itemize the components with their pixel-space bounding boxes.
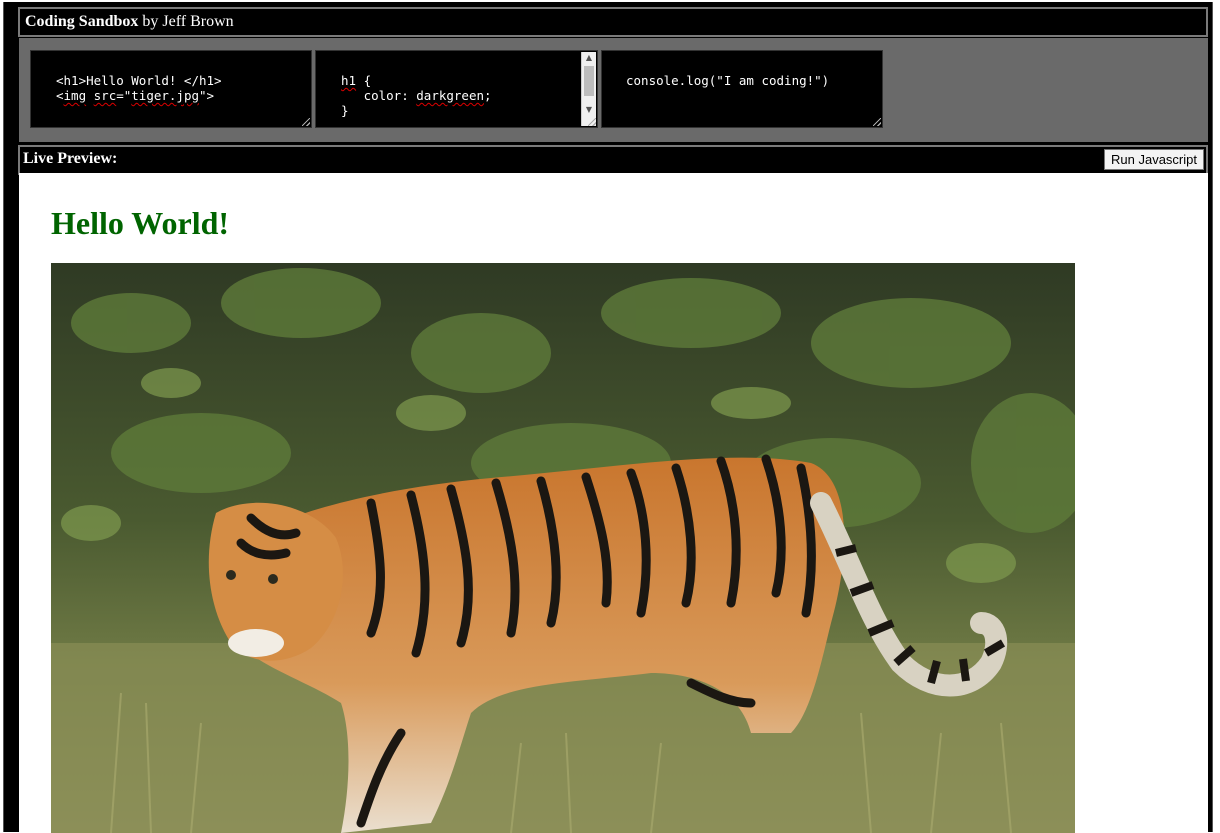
run-javascript-button[interactable]: Run Javascript [1104, 149, 1204, 170]
preview-heading: Hello World! [51, 205, 230, 241]
scroll-down-icon[interactable]: ▼ [582, 104, 596, 116]
title-bar: Coding Sandbox by Jeff Brown [18, 7, 1208, 37]
css-line-1: h1 { [341, 73, 372, 88]
preview-bar: Live Preview: Run Javascript [18, 145, 1208, 175]
app-frame: Coding Sandbox by Jeff Brown <h1>Hello W… [3, 2, 1213, 833]
js-line-1: console.log("I am coding!") [626, 73, 830, 88]
css-line-2: color: darkgreen; [341, 88, 492, 103]
live-preview-pane: Hello World! [19, 173, 1208, 833]
app-name: Coding Sandbox [25, 13, 139, 30]
css-line-3: } [341, 103, 349, 118]
html-editor[interactable]: <h1>Hello World! </h1> <img src="tiger.j… [30, 50, 312, 128]
scroll-up-icon[interactable]: ▲ [582, 52, 596, 64]
editor-panel: <h1>Hello World! </h1> <img src="tiger.j… [19, 38, 1208, 142]
resize-grip-icon[interactable] [588, 118, 596, 126]
resize-grip-icon[interactable] [873, 118, 881, 126]
css-editor-scrollbar[interactable]: ▲ ▼ [581, 52, 596, 126]
tiger-image [51, 263, 1075, 833]
byline: by Jeff Brown [138, 13, 234, 30]
css-editor[interactable]: h1 { color: darkgreen; } ▲ ▼ [315, 50, 598, 128]
live-preview-label: Live Preview: [23, 150, 118, 167]
html-line-1: <h1>Hello World! </h1> [56, 73, 222, 88]
js-editor[interactable]: console.log("I am coding!") [601, 50, 883, 128]
html-line-2: <img src="tiger.jpg"> [56, 88, 215, 103]
resize-grip-icon[interactable] [302, 118, 310, 126]
scrollbar-thumb[interactable] [584, 66, 594, 96]
